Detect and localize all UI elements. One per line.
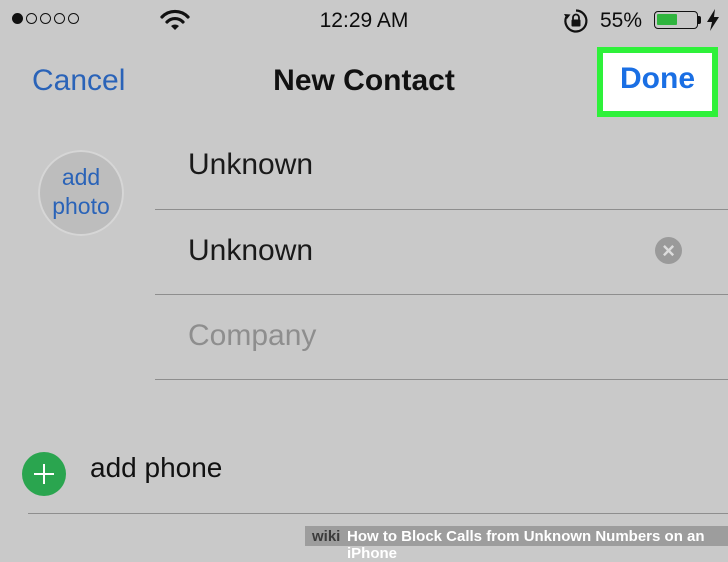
battery-icon: [654, 11, 698, 29]
add-phone-label[interactable]: add phone: [90, 452, 222, 484]
battery-level-fill: [657, 14, 677, 25]
field-separator: [155, 209, 728, 210]
battery-percentage: 55%: [600, 9, 643, 32]
watermark-title: How to Block Calls from Unknown Numbers …: [347, 528, 705, 562]
orientation-lock-icon: [564, 9, 588, 33]
company-field[interactable]: Company: [188, 319, 316, 353]
first-name-field[interactable]: Unknown: [188, 148, 313, 182]
add-photo-label[interactable]: add photo: [38, 163, 124, 221]
status-bar: 12:29 AM 55%: [0, 0, 728, 40]
clear-text-icon[interactable]: ×: [655, 237, 682, 264]
battery-tip: [698, 16, 701, 24]
row-separator: [28, 513, 728, 514]
field-separator: [155, 379, 728, 380]
last-name-field[interactable]: Unknown: [188, 234, 313, 268]
field-separator: [155, 294, 728, 295]
watermark-brand: wiki: [312, 528, 341, 545]
charging-bolt-icon: [707, 9, 719, 31]
add-phone-icon[interactable]: [22, 452, 66, 496]
done-button[interactable]: Done: [597, 62, 718, 96]
